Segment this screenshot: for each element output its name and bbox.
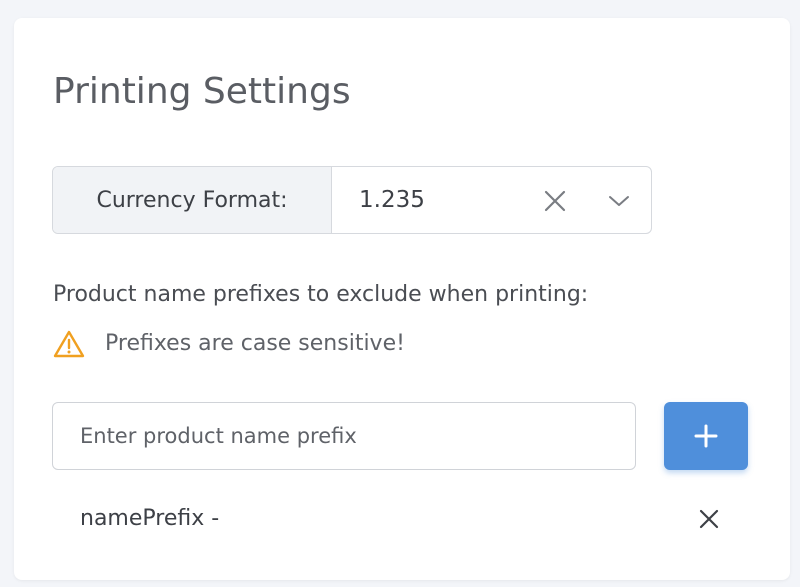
close-icon[interactable] [698,508,720,530]
currency-format-group: Currency Format: 1.235 [52,166,652,234]
warning-text: Prefixes are case sensitive! [105,331,405,356]
prefix-list-item: namePrefix - [80,502,730,536]
add-prefix-button[interactable] [664,402,748,470]
prefix-exclude-label: Product name prefixes to exclude when pr… [53,282,589,307]
currency-format-select[interactable]: 1.235 [332,167,651,233]
currency-format-value: 1.235 [359,187,425,213]
case-sensitive-warning: Prefixes are case sensitive! [53,329,405,359]
prefix-input[interactable] [52,402,636,470]
plus-icon [694,424,718,448]
page-title: Printing Settings [53,71,351,112]
warning-triangle-icon [53,330,85,358]
prefix-item-text: namePrefix - [80,506,220,531]
printing-settings-card: Printing Settings Currency Format: 1.235… [14,18,790,580]
currency-format-label: Currency Format: [53,167,332,233]
close-icon[interactable] [543,189,567,213]
chevron-down-icon[interactable] [608,191,630,211]
